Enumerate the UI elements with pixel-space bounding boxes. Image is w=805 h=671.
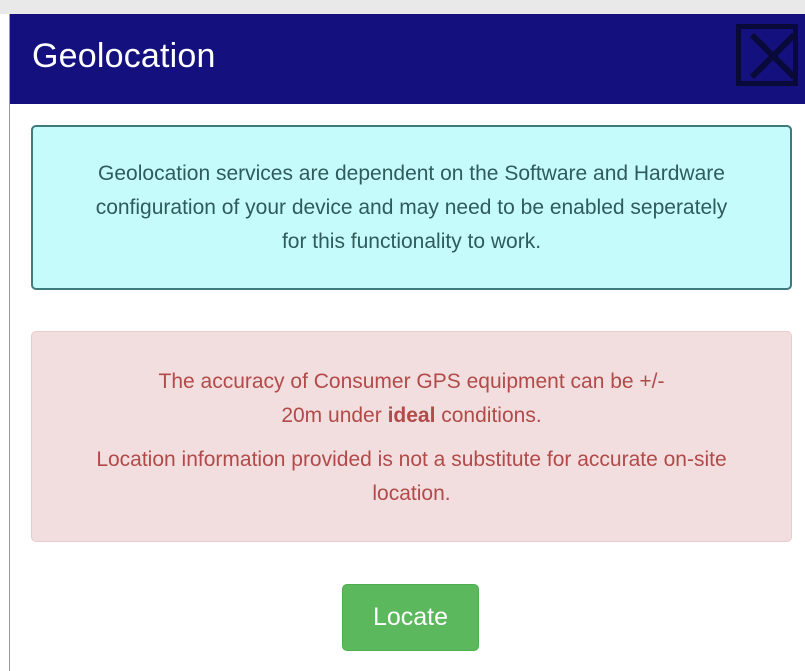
gps-accuracy-text-end: conditions. — [435, 404, 542, 427]
location-disclaimer-text: Location information provided is not a s… — [96, 448, 727, 505]
locate-button[interactable]: Locate — [342, 584, 479, 651]
window-left-edge — [0, 14, 10, 671]
info-alert: Geolocation services are dependent on th… — [31, 125, 792, 290]
geolocation-dialog: Geolocation Geolocation services are dep… — [10, 14, 805, 671]
dialog-titlebar: Geolocation — [10, 14, 805, 104]
page-frame: Geolocation Geolocation services are dep… — [0, 0, 805, 671]
dialog-title: Geolocation — [32, 37, 216, 75]
ideal-emphasis: ideal — [387, 404, 436, 427]
close-x-icon — [749, 32, 797, 80]
warning-alert: The accuracy of Consumer GPS equipment c… — [31, 331, 792, 542]
close-button[interactable] — [736, 24, 798, 86]
window-top-strip — [0, 0, 805, 14]
gps-accuracy-text: The accuracy of Consumer GPS equipment c… — [152, 365, 672, 433]
info-alert-text: Geolocation services are dependent on th… — [95, 161, 728, 253]
